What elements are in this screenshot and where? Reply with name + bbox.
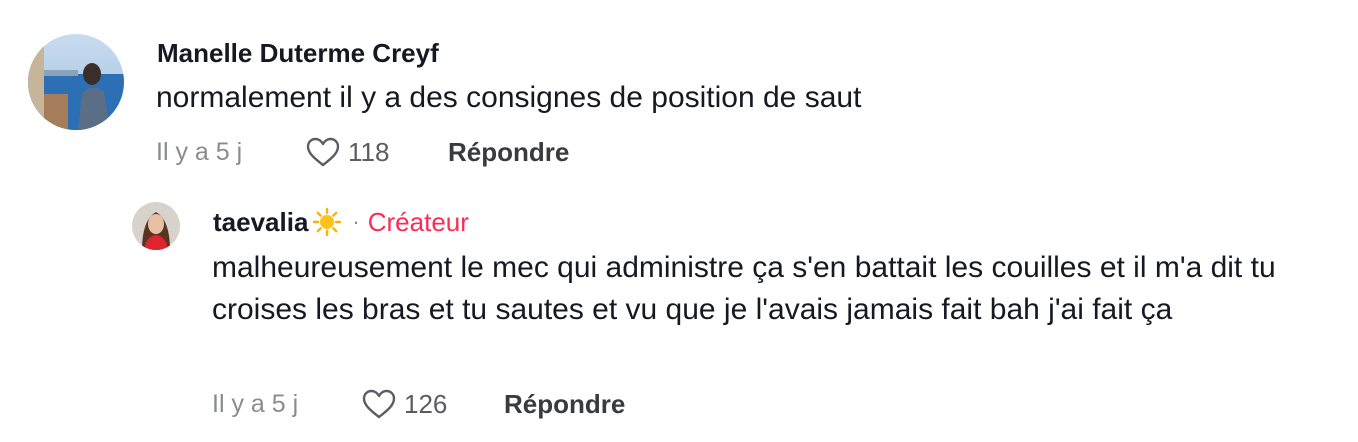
comment-timestamp: Il y a 5 j xyxy=(156,137,243,166)
comment-timestamp: Il y a 5 j xyxy=(212,389,299,418)
separator: · xyxy=(352,209,360,234)
comment-header: taevalia · Créateur xyxy=(213,204,469,240)
like-button[interactable]: 126 xyxy=(362,389,504,420)
like-count: 126 xyxy=(404,388,448,419)
reply-button[interactable]: Répondre xyxy=(448,137,569,168)
comment-username[interactable]: Manelle Duterme Creyf xyxy=(157,38,439,69)
heart-outline-icon xyxy=(306,137,340,167)
comment-text: malheureusement le mec qui administre ça… xyxy=(212,251,1276,326)
like-button[interactable]: 118 xyxy=(306,137,448,168)
creator-badge: Créateur xyxy=(367,206,469,237)
comment-text: normalement il y a des consignes de posi… xyxy=(156,81,862,114)
like-count: 118 xyxy=(348,136,390,167)
profile-photo-icon xyxy=(28,34,124,130)
comment-meta: Il y a 5 j 118 Répondre xyxy=(156,134,569,170)
avatar[interactable] xyxy=(28,34,124,130)
comment-meta: Il y a 5 j 126 Répondre xyxy=(212,386,625,422)
sun-emoji-icon xyxy=(313,207,342,237)
heart-outline-icon xyxy=(362,389,396,419)
profile-photo-icon xyxy=(132,202,180,250)
avatar[interactable] xyxy=(132,202,180,250)
reply-button[interactable]: Répondre xyxy=(504,389,625,420)
comment-username[interactable]: taevalia xyxy=(213,207,308,238)
